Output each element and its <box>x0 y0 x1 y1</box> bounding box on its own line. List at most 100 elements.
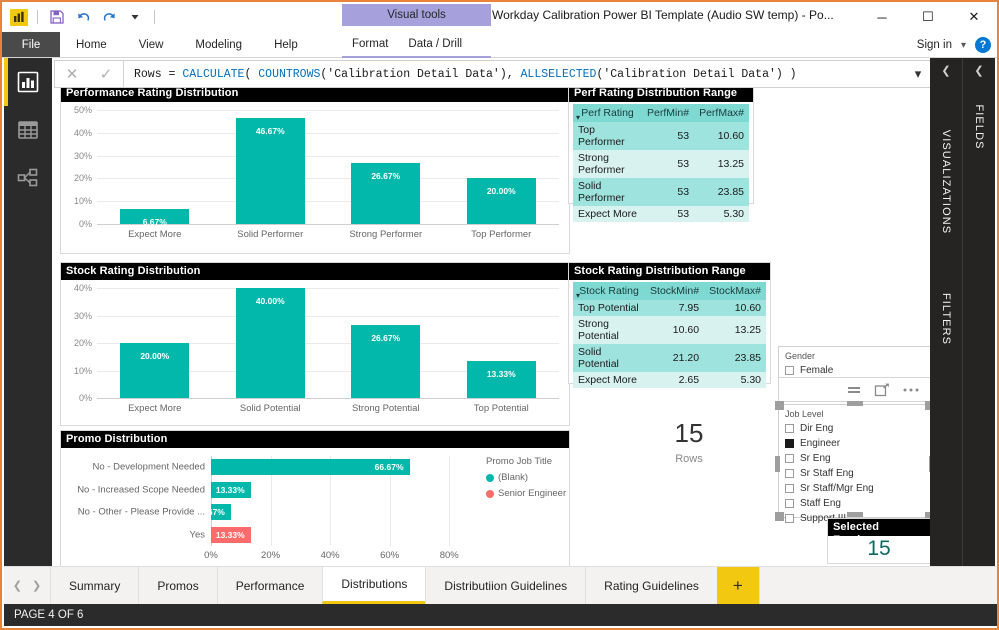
page-tab-distributiion-guidelines[interactable]: Distributiion Guidelines <box>425 567 586 604</box>
handle-nw[interactable] <box>775 401 784 410</box>
column-header[interactable]: PerfMin# <box>642 104 695 122</box>
table-row[interactable]: Solid Potential 21.20 23.85 <box>573 344 766 372</box>
page-tab-distributions[interactable]: Distributions <box>322 567 426 604</box>
page-tab-summary[interactable]: Summary <box>50 567 139 604</box>
visual-promo-distribution[interactable]: Promo Distribution 0% 20% 40% 60% 80% 66.67% N… <box>60 430 570 570</box>
maximize-button[interactable]: ☐ <box>905 2 951 32</box>
bar[interactable]: 6.67% <box>201 504 231 521</box>
chevron-down-icon[interactable]: ▾ <box>961 40 966 51</box>
focus-mode-icon[interactable] <box>874 382 890 397</box>
redo-icon[interactable] <box>99 7 119 27</box>
more-options-icon[interactable] <box>902 387 920 393</box>
slicer-item[interactable]: Female <box>779 363 930 378</box>
checkbox-icon[interactable] <box>785 469 794 478</box>
table-row[interactable]: Strong Potential 10.60 13.25 <box>573 316 766 344</box>
tab-view[interactable]: View <box>123 32 180 57</box>
undo-icon[interactable] <box>73 7 93 27</box>
checkbox-icon[interactable] <box>785 366 794 375</box>
help-icon[interactable]: ? <box>975 37 991 53</box>
visualizations-pane[interactable]: ❮ VISUALIZATIONS FILTERS <box>930 58 963 570</box>
slicer-item[interactable]: Sr Eng <box>779 451 930 466</box>
save-icon[interactable] <box>47 7 67 27</box>
bar[interactable]: 40.00% <box>235 288 305 398</box>
handle-n[interactable] <box>847 401 863 406</box>
tab-home[interactable]: Home <box>60 32 123 57</box>
table-row[interactable]: Expect More 53 5.30 <box>573 206 749 222</box>
checkbox-icon[interactable] <box>785 424 794 433</box>
tab-format[interactable]: Format <box>342 32 398 56</box>
bar[interactable]: 20.00% <box>466 178 536 224</box>
bar[interactable]: 13.33% <box>466 361 536 398</box>
bar[interactable]: 13.33% <box>211 526 251 543</box>
table-row[interactable]: Top Performer 53 10.60 <box>573 122 749 150</box>
checkbox-icon[interactable] <box>785 439 794 448</box>
visual-rows-card[interactable]: 15 Rows <box>624 418 754 488</box>
slicer-item[interactable]: Dir Eng <box>779 421 930 436</box>
visual-header-toolbar[interactable] <box>778 377 931 402</box>
visual-selected-employees-card[interactable]: Selected Employees 15 <box>827 518 931 564</box>
formula-accept-button[interactable]: ✓ <box>89 61 123 87</box>
chevron-right-icon[interactable]: ❯ <box>32 579 41 592</box>
bar[interactable]: 66.67% <box>211 459 410 476</box>
handle-w[interactable] <box>775 456 780 472</box>
customize-qat-icon[interactable] <box>125 7 145 27</box>
table-row[interactable]: Top Potential 7.95 10.60 <box>573 300 766 316</box>
column-header[interactable]: StockMin# <box>645 282 705 300</box>
add-page-button[interactable]: + <box>716 567 759 604</box>
page-tab-rating-guidelines[interactable]: Rating Guidelines <box>585 567 717 604</box>
bar[interactable]: 26.67% <box>351 324 421 398</box>
bar[interactable]: 26.67% <box>351 163 421 224</box>
checkbox-icon[interactable] <box>785 514 794 523</box>
bar[interactable]: 6.67% <box>120 208 190 227</box>
close-button[interactable]: ✕ <box>951 2 997 32</box>
tab-file[interactable]: File <box>2 32 60 57</box>
column-header[interactable]: StockMax# <box>704 282 766 300</box>
formula-cancel-button[interactable]: ✕ <box>55 61 89 87</box>
visual-stock-rating-distribution[interactable]: Stock Rating Distribution 0% 10% 20% 30% 40%… <box>60 262 570 426</box>
visual-stock-rating-distribution-range[interactable]: Stock Rating Distribution Range Stock Ra… <box>568 262 771 388</box>
bar[interactable]: 46.67% <box>235 117 305 224</box>
handle-sw[interactable] <box>775 512 784 521</box>
checkbox-icon[interactable] <box>785 454 794 463</box>
chevron-left-icon[interactable]: ❮ <box>963 64 995 77</box>
report-bar-chart-icon[interactable] <box>4 58 52 106</box>
column-header[interactable]: PerfMax# <box>694 104 749 122</box>
formula-expression[interactable]: Rows = CALCULATE( COUNTROWS('Calibration… <box>124 68 905 81</box>
bar[interactable]: 13.33% <box>211 481 251 498</box>
table-grid-icon[interactable] <box>4 106 52 154</box>
table-row[interactable]: Expect More 2.65 5.30 <box>573 372 766 388</box>
chevron-left-icon[interactable]: ❮ <box>930 64 962 77</box>
legend-item[interactable]: (Blank) <box>486 472 566 483</box>
chevron-down-icon[interactable]: ▾ <box>905 66 931 82</box>
table-row[interactable]: Solid Performer 53 23.85 <box>573 178 749 206</box>
checkbox-icon[interactable] <box>785 484 794 493</box>
visual-performance-rating-distribution[interactable]: Performance Rating Distribution 0% 10% 20%… <box>60 88 570 254</box>
slicer-item[interactable]: Sr Staff/Mgr Eng <box>779 481 930 496</box>
slicer-item[interactable]: Engineer <box>779 436 930 451</box>
table-stock-rating-range[interactable]: Stock RatingStockMin#StockMax#Top Potent… <box>573 282 766 388</box>
tab-help[interactable]: Help <box>258 32 314 57</box>
legend-item[interactable]: Senior Engineer <box>486 488 566 499</box>
table-perf-rating-range[interactable]: Perf RatingPerfMin#PerfMax#Top Performer… <box>573 104 749 222</box>
page-tab-performance[interactable]: Performance <box>216 567 323 604</box>
relationships-icon[interactable] <box>4 154 52 202</box>
minimize-button[interactable]: ─ <box>859 2 905 32</box>
fields-pane[interactable]: ❮ FIELDS <box>963 58 995 570</box>
sign-in-link[interactable]: Sign in <box>917 39 952 51</box>
tab-data-drill[interactable]: Data / Drill <box>398 32 472 56</box>
slicer-item[interactable]: Staff Eng <box>779 496 930 511</box>
column-header[interactable]: Stock Rating <box>573 282 646 300</box>
formula-bar[interactable]: ✕ ✓ Rows = CALCULATE( COUNTROWS('Calibra… <box>54 60 932 88</box>
checkbox-icon[interactable] <box>785 499 794 508</box>
bar[interactable]: 20.00% <box>120 343 190 398</box>
chevron-left-icon[interactable]: ❮ <box>13 579 22 592</box>
slicer-item[interactable]: Sr Staff Eng <box>779 466 930 481</box>
tab-modeling[interactable]: Modeling <box>179 32 258 57</box>
page-tab-promos[interactable]: Promos <box>138 567 217 604</box>
table-row[interactable]: Strong Performer 53 13.25 <box>573 150 749 178</box>
column-header[interactable]: Perf Rating <box>573 104 643 122</box>
filter-lines-icon[interactable] <box>846 384 862 396</box>
slicer-job-level[interactable]: Job Level Dir Eng Engineer Sr Eng Sr Staff … <box>778 404 931 524</box>
handle-s[interactable] <box>847 512 863 517</box>
slicer-gender[interactable]: Gender Female <box>778 346 931 378</box>
